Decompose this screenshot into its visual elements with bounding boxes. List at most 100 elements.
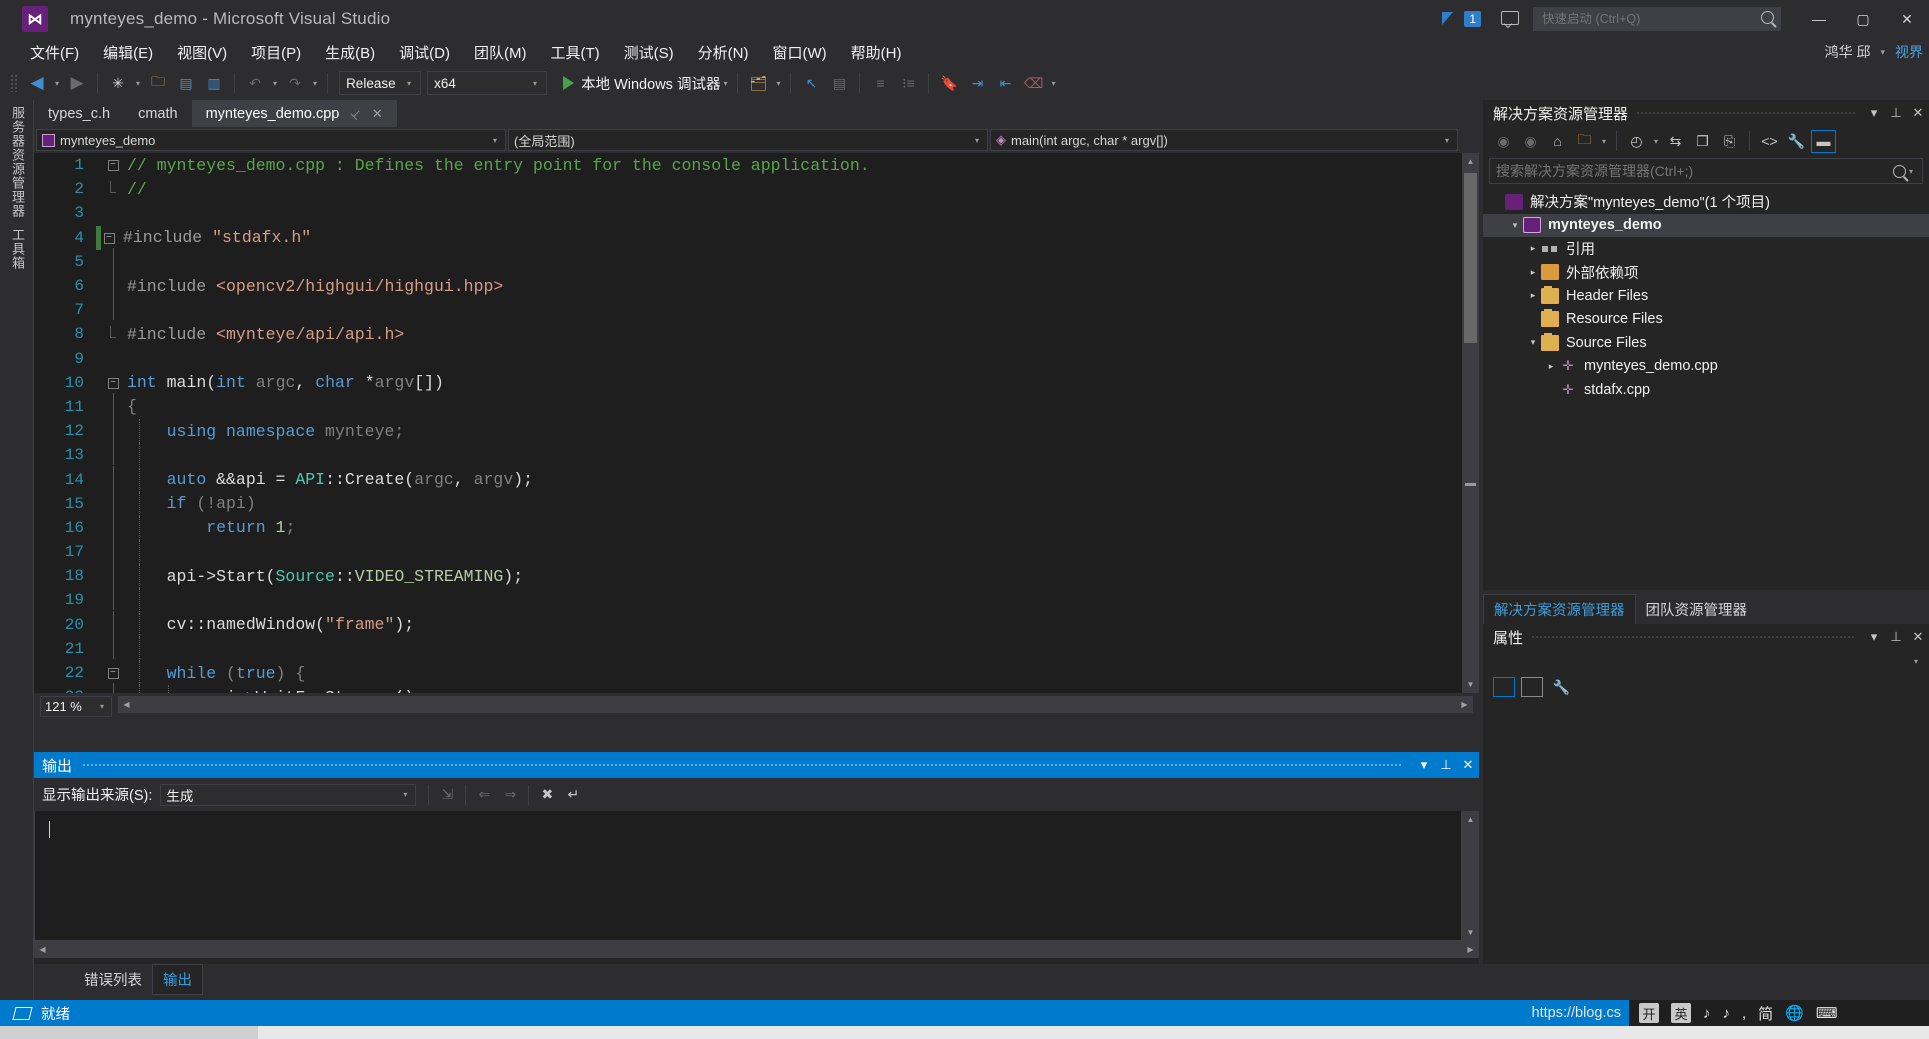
close-icon[interactable]: ✕ — [372, 106, 383, 122]
code-line[interactable]: 17 — [34, 538, 1479, 565]
pending-changes-icon[interactable]: ◴ — [1624, 130, 1649, 153]
menu-item-2[interactable]: 视图(V) — [165, 39, 239, 66]
home-icon[interactable]: ⌂ — [1545, 130, 1570, 153]
code-line[interactable]: 18 api->Start(Source::VIDEO_STREAMING); — [34, 562, 1479, 589]
editor-scroll-thumb[interactable] — [1464, 173, 1477, 343]
sync-icon[interactable]: ⇆ — [1663, 130, 1688, 153]
tree-item[interactable]: Resource Files — [1483, 308, 1929, 332]
taskbar-item[interactable] — [0, 1026, 258, 1039]
prev-message-icon[interactable]: ⇐ — [471, 782, 497, 808]
bottom-tab-1[interactable]: 输出 — [152, 963, 203, 995]
output-source-combo[interactable]: 生成 ▾ — [160, 783, 417, 806]
next-bookmark-icon[interactable]: ⇥ — [964, 70, 990, 96]
close-icon[interactable]: ✕ — [1907, 624, 1929, 650]
code-line[interactable]: 2 // — [34, 177, 1479, 201]
scroll-down-arrow-icon[interactable]: ▼ — [1462, 676, 1479, 693]
toolbar-grip[interactable] — [10, 74, 18, 92]
tree-item[interactable]: ▾ mynteyes_demo — [1483, 213, 1929, 237]
sidebar-item-toolbox[interactable]: 工具箱 — [5, 228, 27, 270]
code-line[interactable]: 16 return 1; — [34, 513, 1479, 540]
undo-icon[interactable]: ↶ — [242, 70, 268, 96]
solution-explorer-search[interactable]: ▾ — [1489, 158, 1923, 184]
tree-item[interactable]: ▸ 引用 — [1483, 237, 1929, 261]
chevron-down-icon[interactable]: ▾ — [133, 79, 143, 88]
sidebar-item-server-explorer[interactable]: 服务器资源管理器 — [5, 106, 27, 218]
indent-increase-icon[interactable]: ⁝≡ — [895, 70, 921, 96]
output-vertical-scrollbar[interactable]: ▲ ▼ — [1462, 811, 1479, 941]
scroll-down-arrow-icon[interactable]: ▼ — [1462, 924, 1479, 941]
navbar-project-combo[interactable]: mynteyes_demo ▾ — [36, 129, 506, 151]
ime-glyph-1[interactable]: 英 — [1671, 1003, 1691, 1023]
navbar-member-combo[interactable]: ◈ main(int argc, char * argv[]) ▾ — [990, 129, 1458, 151]
refresh-icon[interactable]: ⎘ — [1717, 130, 1742, 153]
bookmark-icon[interactable]: 🔖 — [936, 70, 962, 96]
pointer-select-icon[interactable]: ↖ — [798, 70, 824, 96]
fold-indicator[interactable] — [105, 326, 121, 342]
scroll-up-arrow-icon[interactable]: ▲ — [1462, 153, 1479, 170]
menu-item-4[interactable]: 生成(B) — [313, 39, 387, 66]
ime-glyph-4[interactable]: , — [1742, 1005, 1746, 1022]
chevron-down-icon[interactable]: ▾ — [1880, 47, 1885, 58]
quick-launch-input[interactable] — [1533, 7, 1781, 31]
chevron-down-icon[interactable]: ▾ — [720, 79, 730, 88]
feedback-icon[interactable] — [1499, 9, 1523, 29]
chevron-right-icon[interactable]: ▸ — [1525, 290, 1541, 301]
fold-indicator[interactable]: − — [105, 667, 121, 680]
code-line[interactable]: 21 — [34, 634, 1479, 663]
close-icon[interactable]: ✕ — [1907, 100, 1929, 126]
property-pages-icon[interactable]: 🔧 — [1549, 676, 1574, 699]
output-text-area[interactable] — [34, 811, 1462, 941]
show-all-files-icon[interactable]: ❐ — [1690, 130, 1715, 153]
minimize-button[interactable]: — — [1797, 0, 1841, 38]
tree-item[interactable]: ▾ Source Files — [1483, 331, 1929, 355]
scroll-left-arrow-icon[interactable]: ◀ — [34, 941, 51, 958]
code-line[interactable]: 10 − int main(int argc, char *argv[]) — [34, 371, 1479, 395]
close-button[interactable]: ✕ — [1885, 0, 1929, 38]
pin-icon[interactable]: ⊥ — [1885, 100, 1907, 126]
chevron-down-icon[interactable]: ▾ — [1599, 137, 1609, 146]
clear-all-icon[interactable]: ✖ — [534, 782, 560, 808]
menu-item-3[interactable]: 项目(P) — [239, 39, 313, 66]
chevron-down-icon[interactable]: ▾ — [1413, 752, 1435, 778]
new-folder-icon[interactable]: 🗀 — [1572, 130, 1597, 153]
scroll-right-arrow-icon[interactable]: ▶ — [1462, 941, 1479, 958]
navbar-scope-combo[interactable]: (全局范围) ▾ — [508, 129, 988, 151]
ime-glyph-0[interactable]: 开 — [1639, 1003, 1659, 1023]
code-line[interactable]: 1 −// mynteyes_demo.cpp : Defines the ent… — [34, 153, 1479, 177]
fold-indicator[interactable]: − — [105, 377, 121, 389]
zoom-level-combo[interactable]: 121 % ▾ — [40, 696, 112, 717]
code-line[interactable]: 4 − #include "stdafx.h" — [34, 225, 1479, 250]
properties-icon[interactable]: 🔧 — [1784, 130, 1809, 153]
ime-glyph-5[interactable]: 简 — [1758, 1003, 1773, 1024]
code-line[interactable]: 14 auto &&api = API::Create(argc, argv); — [34, 465, 1479, 492]
goto-message-icon[interactable]: ⇲ — [434, 782, 460, 808]
code-line[interactable]: 3 — [34, 201, 1479, 225]
chevron-down-icon[interactable]: ▾ — [1507, 220, 1523, 231]
editor-tab-2[interactable]: mynteyes_demo.cpp ⊥ ✕ — [191, 100, 397, 127]
blog-label[interactable]: 视界 — [1895, 42, 1923, 62]
se-tab-0[interactable]: 解决方案资源管理器 — [1483, 594, 1636, 624]
search-icon[interactable] — [1892, 164, 1906, 178]
chevron-down-icon[interactable]: ▾ — [1048, 79, 1058, 88]
fold-indicator[interactable] — [105, 634, 121, 663]
fold-indicator[interactable] — [105, 181, 121, 197]
prev-bookmark-icon[interactable]: ⇤ — [992, 70, 1018, 96]
editor-tab-1[interactable]: cmath — [124, 100, 192, 127]
view-code-icon[interactable]: <> — [1757, 130, 1782, 153]
alphabetical-icon[interactable] — [1521, 677, 1543, 697]
chevron-down-icon[interactable]: ▾ — [773, 79, 783, 88]
navigate-forward-button[interactable]: ▶ — [64, 70, 90, 96]
start-debug-button[interactable]: 本地 Windows 调试器 ▾ — [563, 73, 730, 94]
chevron-down-icon[interactable]: ▾ — [1525, 337, 1541, 348]
menu-item-0[interactable]: 文件(F) — [18, 39, 91, 66]
forward-icon[interactable]: ◉ — [1518, 130, 1543, 153]
chevron-down-icon[interactable]: ▾ — [52, 79, 62, 88]
code-line[interactable]: 20 cv::namedWindow("frame"); — [34, 610, 1479, 637]
fold-indicator[interactable] — [105, 683, 121, 693]
fold-indicator[interactable]: − — [105, 159, 121, 172]
code-line[interactable]: 12 using namespace mynteye; — [34, 417, 1479, 444]
output-horizontal-scrollbar[interactable]: ◀ ▶ — [34, 941, 1479, 958]
pin-icon[interactable]: ⊥ — [348, 105, 365, 122]
properties-object-selector[interactable]: ▾ — [1483, 650, 1929, 672]
code-line[interactable]: 7 — [34, 296, 1479, 322]
